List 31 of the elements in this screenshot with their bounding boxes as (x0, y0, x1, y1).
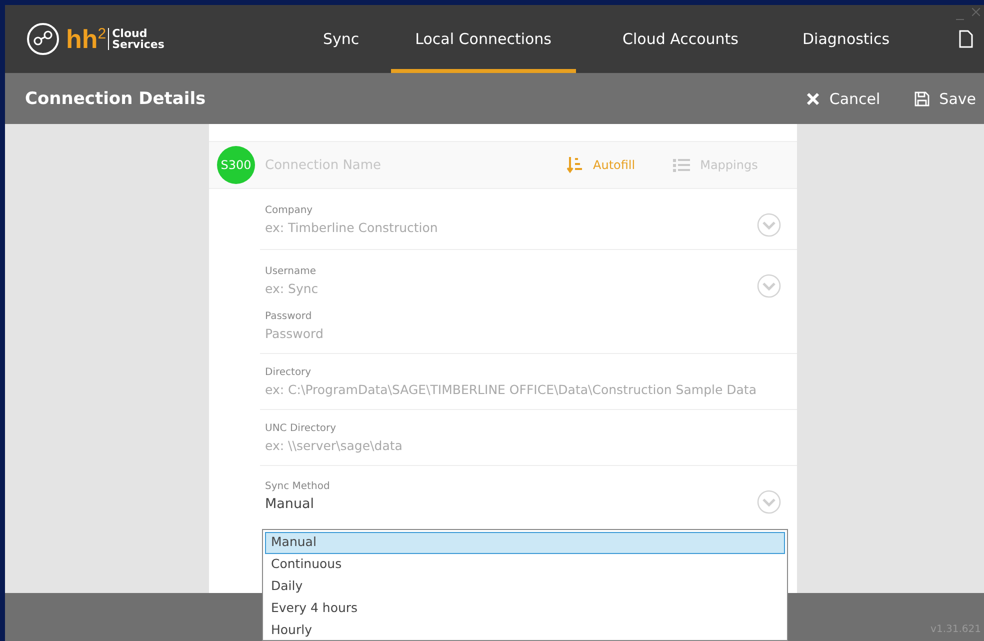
dropdown-option[interactable]: Hourly (265, 620, 785, 640)
logo-icon (26, 22, 60, 56)
cancel-button[interactable]: Cancel (806, 86, 880, 112)
field-label: Password (265, 311, 313, 322)
nav-tab[interactable]: Diagnostics (786, 5, 907, 73)
dropdown-option[interactable]: Daily (265, 576, 785, 598)
field-label: Username (265, 266, 317, 276)
dropdown-option[interactable]: Every 4 hours (265, 598, 785, 620)
field-label: UNC Directory (265, 423, 338, 434)
logo-text: hh$^{2}$ (66, 24, 106, 54)
dropdown-option[interactable]: Continuous (265, 554, 785, 576)
connection-badge: S300 (217, 146, 255, 184)
field-label: Company (265, 204, 314, 216)
field-label: Directory (265, 367, 312, 378)
page-title: Connection Details (25, 88, 207, 108)
field-label: Sync Method (265, 481, 331, 492)
field-value[interactable]: Manual (265, 496, 757, 512)
minimize-icon[interactable] (956, 19, 964, 21)
document-icon[interactable] (958, 30, 973, 48)
list-icon (673, 158, 690, 172)
chevron-down-icon[interactable] (757, 213, 781, 237)
chevron-down-icon[interactable] (757, 490, 781, 514)
nav-tab[interactable]: Cloud Accounts (606, 5, 756, 73)
close-icon[interactable] (972, 8, 980, 16)
nav-tab[interactable]: Sync (306, 5, 376, 73)
chevron-down-icon[interactable] (757, 274, 781, 298)
logo-subtitle: Cloud Services (108, 28, 164, 50)
save-button[interactable]: Save (914, 86, 976, 112)
dropdown-option[interactable]: Manual (265, 532, 785, 554)
sort-icon (567, 156, 583, 174)
close-icon (806, 92, 820, 106)
